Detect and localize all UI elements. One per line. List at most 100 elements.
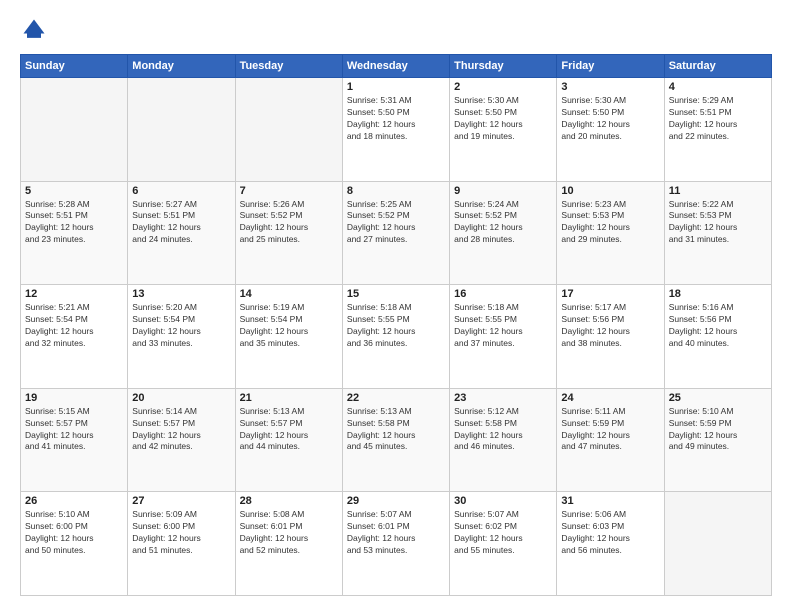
weekday-sunday: Sunday <box>21 55 128 78</box>
calendar-cell: 4 Sunrise: 5:29 AM Sunset: 5:51 PM Daylig… <box>664 78 771 182</box>
day-number: 15 <box>347 288 445 300</box>
day-info: Sunrise: 5:12 AM Sunset: 5:58 PM Dayligh… <box>454 406 552 454</box>
day-number: 24 <box>561 392 659 404</box>
day-info: Sunrise: 5:11 AM Sunset: 5:59 PM Dayligh… <box>561 406 659 454</box>
day-info: Sunrise: 5:18 AM Sunset: 5:55 PM Dayligh… <box>454 302 552 350</box>
day-info: Sunrise: 5:16 AM Sunset: 5:56 PM Dayligh… <box>669 302 767 350</box>
day-info: Sunrise: 5:15 AM Sunset: 5:57 PM Dayligh… <box>25 406 123 454</box>
day-info: Sunrise: 5:19 AM Sunset: 5:54 PM Dayligh… <box>240 302 338 350</box>
week-row-3: 12 Sunrise: 5:21 AM Sunset: 5:54 PM Dayli… <box>21 285 772 389</box>
calendar-cell: 12 Sunrise: 5:21 AM Sunset: 5:54 PM Dayli… <box>21 285 128 389</box>
calendar-cell: 26 Sunrise: 5:10 AM Sunset: 6:00 PM Dayli… <box>21 492 128 596</box>
calendar-cell: 11 Sunrise: 5:22 AM Sunset: 5:53 PM Dayli… <box>664 181 771 285</box>
calendar-cell <box>235 78 342 182</box>
day-number: 3 <box>561 81 659 93</box>
day-number: 26 <box>25 495 123 507</box>
calendar-cell: 5 Sunrise: 5:28 AM Sunset: 5:51 PM Daylig… <box>21 181 128 285</box>
day-number: 18 <box>669 288 767 300</box>
day-info: Sunrise: 5:10 AM Sunset: 6:00 PM Dayligh… <box>25 509 123 557</box>
calendar-cell: 10 Sunrise: 5:23 AM Sunset: 5:53 PM Dayli… <box>557 181 664 285</box>
day-number: 30 <box>454 495 552 507</box>
day-number: 28 <box>240 495 338 507</box>
calendar-cell: 23 Sunrise: 5:12 AM Sunset: 5:58 PM Dayli… <box>450 388 557 492</box>
day-info: Sunrise: 5:22 AM Sunset: 5:53 PM Dayligh… <box>669 199 767 247</box>
calendar-cell <box>21 78 128 182</box>
logo <box>20 16 52 44</box>
day-number: 12 <box>25 288 123 300</box>
calendar-cell: 7 Sunrise: 5:26 AM Sunset: 5:52 PM Daylig… <box>235 181 342 285</box>
weekday-thursday: Thursday <box>450 55 557 78</box>
calendar-cell: 1Sunrise: 5:31 AM Sunset: 5:50 PM Daylig… <box>342 78 449 182</box>
weekday-friday: Friday <box>557 55 664 78</box>
day-number: 17 <box>561 288 659 300</box>
weekday-monday: Monday <box>128 55 235 78</box>
day-info: Sunrise: 5:13 AM Sunset: 5:58 PM Dayligh… <box>347 406 445 454</box>
day-number: 23 <box>454 392 552 404</box>
day-info: Sunrise: 5:07 AM Sunset: 6:01 PM Dayligh… <box>347 509 445 557</box>
calendar-cell: 14Sunrise: 5:19 AM Sunset: 5:54 PM Dayli… <box>235 285 342 389</box>
day-number: 10 <box>561 185 659 197</box>
calendar-cell: 13 Sunrise: 5:20 AM Sunset: 5:54 PM Dayli… <box>128 285 235 389</box>
calendar-cell: 16 Sunrise: 5:18 AM Sunset: 5:55 PM Dayli… <box>450 285 557 389</box>
day-info: Sunrise: 5:29 AM Sunset: 5:51 PM Dayligh… <box>669 95 767 143</box>
day-info: Sunrise: 5:21 AM Sunset: 5:54 PM Dayligh… <box>25 302 123 350</box>
calendar-cell: 31 Sunrise: 5:06 AM Sunset: 6:03 PM Dayli… <box>557 492 664 596</box>
weekday-saturday: Saturday <box>664 55 771 78</box>
page: SundayMondayTuesdayWednesdayThursdayFrid… <box>0 0 792 612</box>
day-info: Sunrise: 5:26 AM Sunset: 5:52 PM Dayligh… <box>240 199 338 247</box>
day-info: Sunrise: 5:06 AM Sunset: 6:03 PM Dayligh… <box>561 509 659 557</box>
calendar-cell: 18 Sunrise: 5:16 AM Sunset: 5:56 PM Dayli… <box>664 285 771 389</box>
day-info: Sunrise: 5:30 AM Sunset: 5:50 PM Dayligh… <box>454 95 552 143</box>
calendar-cell: 17 Sunrise: 5:17 AM Sunset: 5:56 PM Dayli… <box>557 285 664 389</box>
calendar-cell: 2 Sunrise: 5:30 AM Sunset: 5:50 PM Daylig… <box>450 78 557 182</box>
day-number: 19 <box>25 392 123 404</box>
calendar-cell: 9 Sunrise: 5:24 AM Sunset: 5:52 PM Daylig… <box>450 181 557 285</box>
day-number: 21 <box>240 392 338 404</box>
day-number: 13 <box>132 288 230 300</box>
day-info: Sunrise: 5:18 AM Sunset: 5:55 PM Dayligh… <box>347 302 445 350</box>
day-number: 16 <box>454 288 552 300</box>
header <box>20 16 772 44</box>
day-info: Sunrise: 5:30 AM Sunset: 5:50 PM Dayligh… <box>561 95 659 143</box>
calendar-cell: 19 Sunrise: 5:15 AM Sunset: 5:57 PM Dayli… <box>21 388 128 492</box>
day-info: Sunrise: 5:23 AM Sunset: 5:53 PM Dayligh… <box>561 199 659 247</box>
day-number: 8 <box>347 185 445 197</box>
day-number: 1 <box>347 81 445 93</box>
day-info: Sunrise: 5:25 AM Sunset: 5:52 PM Dayligh… <box>347 199 445 247</box>
day-number: 29 <box>347 495 445 507</box>
calendar-cell: 28Sunrise: 5:08 AM Sunset: 6:01 PM Dayli… <box>235 492 342 596</box>
day-info: Sunrise: 5:20 AM Sunset: 5:54 PM Dayligh… <box>132 302 230 350</box>
calendar-cell <box>128 78 235 182</box>
weekday-header-row: SundayMondayTuesdayWednesdayThursdayFrid… <box>21 55 772 78</box>
calendar-cell <box>664 492 771 596</box>
day-info: Sunrise: 5:07 AM Sunset: 6:02 PM Dayligh… <box>454 509 552 557</box>
logo-icon <box>20 16 48 44</box>
day-info: Sunrise: 5:24 AM Sunset: 5:52 PM Dayligh… <box>454 199 552 247</box>
calendar-cell: 27Sunrise: 5:09 AM Sunset: 6:00 PM Dayli… <box>128 492 235 596</box>
day-info: Sunrise: 5:28 AM Sunset: 5:51 PM Dayligh… <box>25 199 123 247</box>
calendar-cell: 3 Sunrise: 5:30 AM Sunset: 5:50 PM Daylig… <box>557 78 664 182</box>
day-number: 27 <box>132 495 230 507</box>
calendar-cell: 24 Sunrise: 5:11 AM Sunset: 5:59 PM Dayli… <box>557 388 664 492</box>
week-row-5: 26 Sunrise: 5:10 AM Sunset: 6:00 PM Dayli… <box>21 492 772 596</box>
day-number: 2 <box>454 81 552 93</box>
day-number: 5 <box>25 185 123 197</box>
day-number: 11 <box>669 185 767 197</box>
calendar-cell: 29 Sunrise: 5:07 AM Sunset: 6:01 PM Dayli… <box>342 492 449 596</box>
calendar: SundayMondayTuesdayWednesdayThursdayFrid… <box>20 54 772 596</box>
day-info: Sunrise: 5:17 AM Sunset: 5:56 PM Dayligh… <box>561 302 659 350</box>
calendar-cell: 15 Sunrise: 5:18 AM Sunset: 5:55 PM Dayli… <box>342 285 449 389</box>
day-number: 7 <box>240 185 338 197</box>
day-info: Sunrise: 5:13 AM Sunset: 5:57 PM Dayligh… <box>240 406 338 454</box>
calendar-cell: 21 Sunrise: 5:13 AM Sunset: 5:57 PM Dayli… <box>235 388 342 492</box>
day-info: Sunrise: 5:14 AM Sunset: 5:57 PM Dayligh… <box>132 406 230 454</box>
weekday-wednesday: Wednesday <box>342 55 449 78</box>
day-info: Sunrise: 5:10 AM Sunset: 5:59 PM Dayligh… <box>669 406 767 454</box>
day-number: 25 <box>669 392 767 404</box>
day-number: 4 <box>669 81 767 93</box>
calendar-cell: 22Sunrise: 5:13 AM Sunset: 5:58 PM Dayli… <box>342 388 449 492</box>
week-row-1: 1Sunrise: 5:31 AM Sunset: 5:50 PM Daylig… <box>21 78 772 182</box>
day-info: Sunrise: 5:27 AM Sunset: 5:51 PM Dayligh… <box>132 199 230 247</box>
day-number: 31 <box>561 495 659 507</box>
day-number: 9 <box>454 185 552 197</box>
